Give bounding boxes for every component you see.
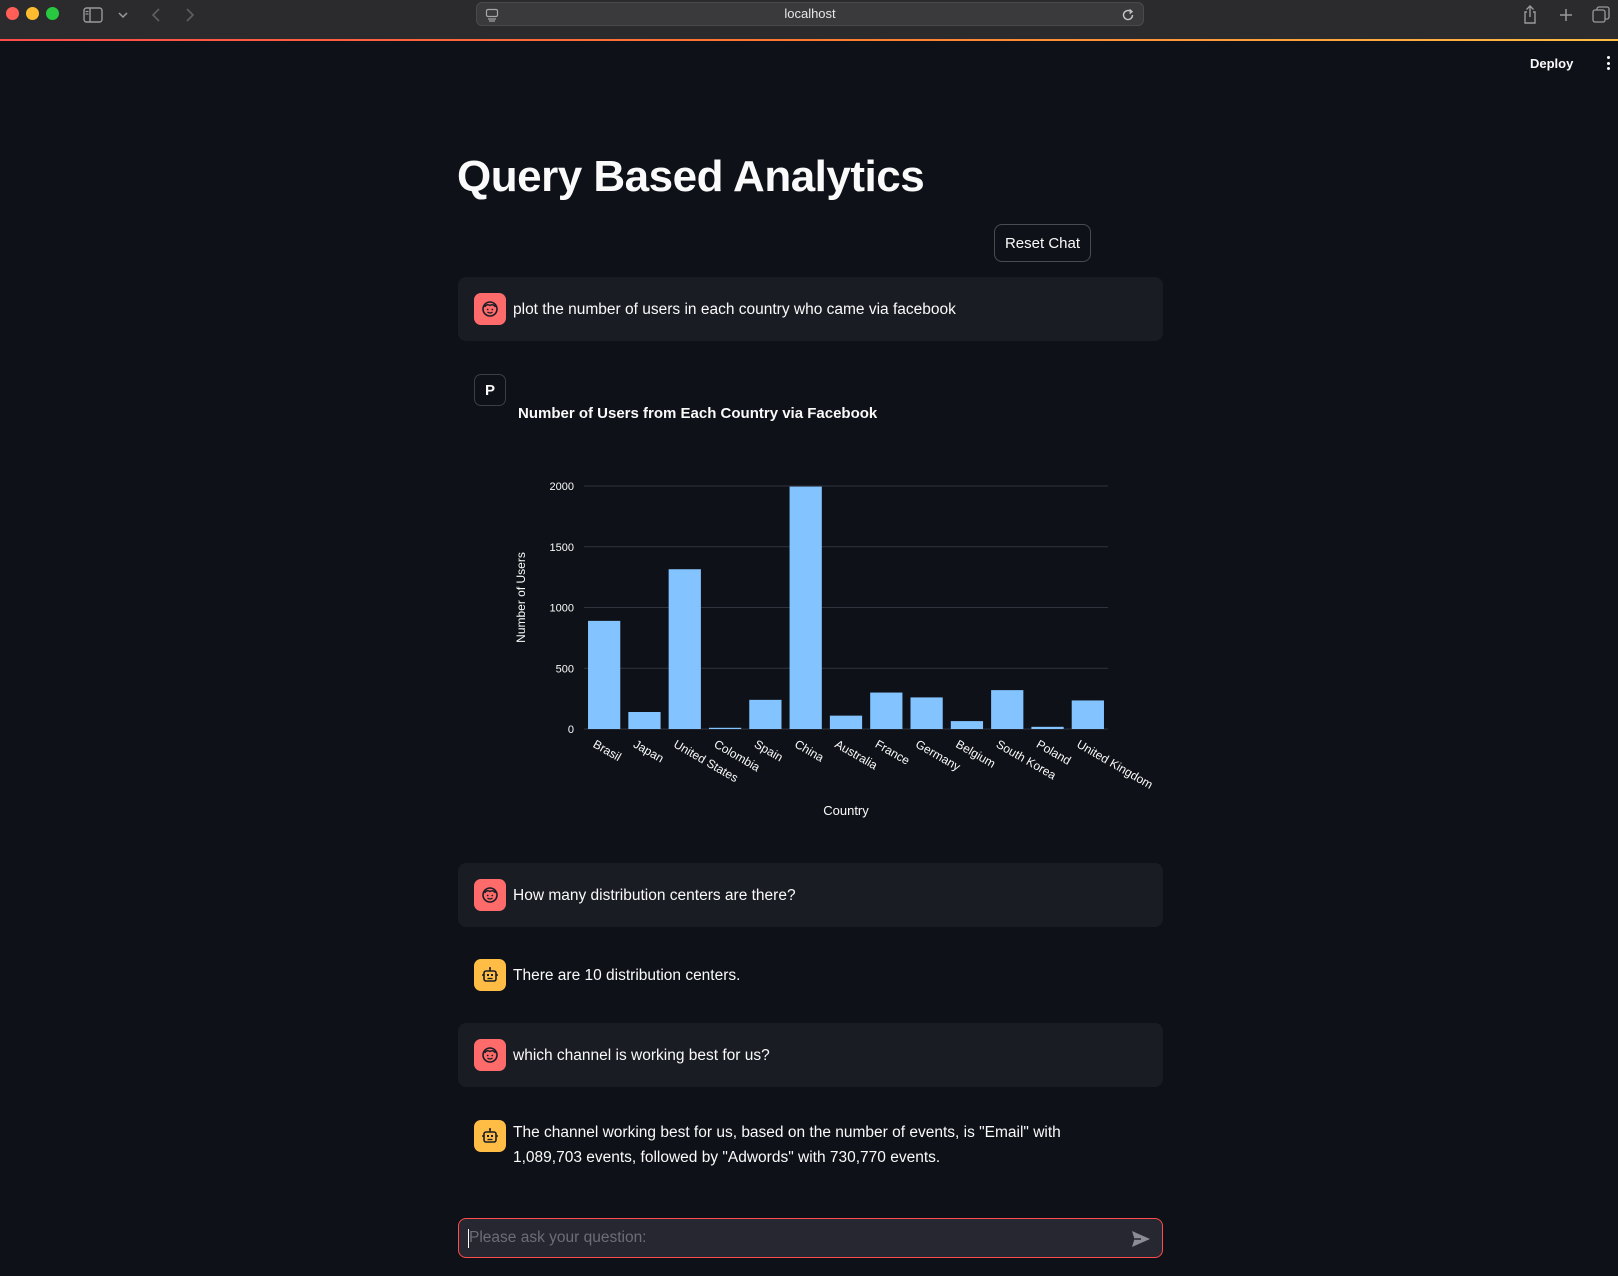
reset-chat-button[interactable]: Reset Chat xyxy=(994,224,1091,262)
bar xyxy=(829,715,863,729)
user-avatar-icon xyxy=(474,879,506,911)
close-window-button[interactable] xyxy=(6,7,19,20)
loading-bar xyxy=(0,39,1618,41)
main-menu-icon[interactable] xyxy=(1604,54,1612,72)
chart-title: Number of Users from Each Country via Fa… xyxy=(518,405,878,422)
chat-message-assistant: The channel working best for us, based o… xyxy=(458,1104,1163,1184)
message-text: There are 10 distribution centers. xyxy=(513,967,741,984)
user-avatar-icon xyxy=(474,293,506,325)
chat-message-assistant: There are 10 distribution centers. xyxy=(458,943,1163,1007)
y-tick-label: 1500 xyxy=(550,542,574,554)
bot-avatar-icon xyxy=(474,1120,506,1152)
deploy-button[interactable]: Deploy xyxy=(1530,53,1573,75)
message-text: How many distribution centers are there? xyxy=(513,887,796,904)
reload-icon[interactable] xyxy=(1121,7,1135,26)
y-axis-title: Number of Users xyxy=(514,552,528,643)
bot-avatar-icon xyxy=(474,959,506,991)
y-tick-label: 1000 xyxy=(550,603,574,615)
url-text: localhost xyxy=(784,6,836,21)
back-icon[interactable] xyxy=(148,4,164,26)
y-tick-label: 0 xyxy=(568,724,574,736)
bar xyxy=(1031,726,1064,729)
page-title: Query Based Analytics xyxy=(457,152,925,201)
user-avatar-icon xyxy=(474,1039,506,1071)
address-bar[interactable]: localhost xyxy=(476,2,1144,26)
message-text: The channel working best for us, based o… xyxy=(513,1124,1061,1166)
bar xyxy=(991,690,1024,729)
assistant-avatar: P xyxy=(474,374,506,406)
chat-message-user: plot the number of users in each country… xyxy=(458,277,1163,341)
bar xyxy=(950,721,984,729)
minimize-window-button[interactable] xyxy=(26,7,39,20)
chat-message-user: which channel is working best for us? xyxy=(458,1023,1163,1087)
forward-icon[interactable] xyxy=(182,4,198,26)
tab-overview-icon[interactable] xyxy=(1590,4,1612,26)
bar xyxy=(628,711,661,729)
chat-message-user: How many distribution centers are there? xyxy=(458,863,1163,927)
x-tick-label: United Kingdom xyxy=(1074,737,1155,792)
new-tab-icon[interactable] xyxy=(1556,4,1576,26)
x-tick-label: France xyxy=(873,737,913,768)
x-axis-title: Country xyxy=(823,803,869,818)
bar xyxy=(1071,700,1104,729)
bar xyxy=(668,569,701,729)
x-tick-label: China xyxy=(792,737,826,765)
y-tick-label: 2000 xyxy=(550,481,574,493)
message-text: which channel is working best for us? xyxy=(513,1047,770,1064)
bar xyxy=(910,697,943,729)
y-tick-label: 500 xyxy=(556,663,574,675)
browser-toolbar: localhost xyxy=(0,0,1618,40)
share-icon[interactable] xyxy=(1520,4,1540,26)
maximize-window-button[interactable] xyxy=(46,7,59,20)
bar xyxy=(789,486,822,729)
bar xyxy=(708,727,742,729)
x-tick-label: Australia xyxy=(833,737,881,773)
bar xyxy=(870,692,903,729)
bar xyxy=(749,699,782,729)
bar-chart: 0500100015002000Brasil Japan United States… xyxy=(514,481,1155,818)
send-icon[interactable] xyxy=(1130,1228,1152,1250)
bar xyxy=(588,620,621,729)
x-tick-label: Japan xyxy=(631,737,666,765)
sidebar-toggle-icon[interactable] xyxy=(82,4,104,26)
chat-input-container xyxy=(458,1218,1163,1258)
x-tick-label: Brasil xyxy=(591,737,624,764)
text-caret xyxy=(468,1229,469,1248)
message-text: plot the number of users in each country… xyxy=(513,301,956,318)
chat-input[interactable] xyxy=(469,1219,1109,1257)
x-tick-label: Germany xyxy=(913,737,963,774)
chevron-down-icon[interactable] xyxy=(116,4,130,26)
